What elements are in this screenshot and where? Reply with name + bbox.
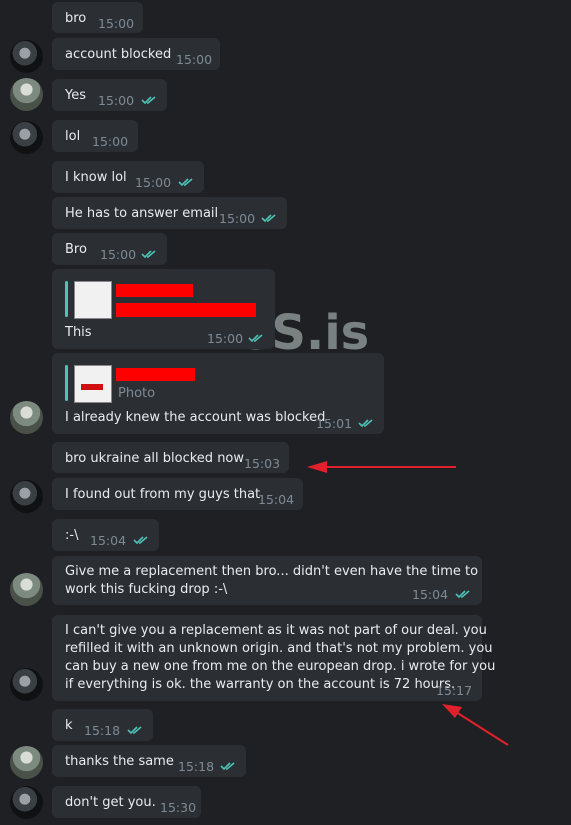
read-check-icon <box>261 214 276 223</box>
message-time: 15:18 <box>178 759 215 774</box>
reply-thumbnail[interactable] <box>74 281 112 319</box>
message-bubble[interactable]: bro ukraine all blocked now 15:03 <box>52 442 289 473</box>
read-check-icon <box>141 250 156 259</box>
avatar[interactable] <box>10 78 43 111</box>
message-text: don't get you. <box>65 795 156 810</box>
message-bubble[interactable]: I found out from my guys that 15:04 <box>52 478 303 510</box>
message-time: 15:00 <box>176 52 213 67</box>
message-text: Bro <box>65 242 87 257</box>
read-check-icon <box>220 762 235 771</box>
message-time: 15:18 <box>84 723 121 738</box>
message-bubble[interactable]: don't get you. 15:30 <box>52 786 201 818</box>
arrow-to-replacement-reply <box>442 704 509 746</box>
message-text-line: refilled it with an unknown origin. and … <box>65 641 493 656</box>
avatar[interactable] <box>10 668 43 701</box>
read-check-icon <box>141 96 156 105</box>
redaction-block <box>116 284 193 297</box>
message-text: :-\ <box>65 528 79 543</box>
message-time: 15:03 <box>244 456 281 471</box>
message-bubble[interactable]: Give me a replacement then bro... didn't… <box>52 556 482 605</box>
message-time: 15:00 <box>92 134 129 149</box>
message-bubble[interactable]: Yes 15:00 <box>52 79 167 111</box>
reply-photo-thumbnail[interactable] <box>74 365 112 403</box>
avatar[interactable] <box>10 480 43 513</box>
message-text: I already knew the account was blocked <box>65 410 326 425</box>
message-text: thanks the same <box>65 754 174 769</box>
message-text-line: I can't give you a replacement as it was… <box>65 623 487 638</box>
message-bubble[interactable]: I know lol 15:00 <box>52 161 204 193</box>
avatar[interactable] <box>10 40 43 73</box>
redaction-block <box>116 368 195 381</box>
message-time: 15:04 <box>258 492 295 507</box>
message-time: 15:01 <box>316 416 353 431</box>
avatar[interactable] <box>10 746 43 779</box>
message-text: I know lol <box>65 170 127 185</box>
message-time: 15:00 <box>98 16 135 31</box>
redaction-block <box>116 303 256 317</box>
message-text-line: can buy a new one from me on the europea… <box>65 659 496 674</box>
message-bubble[interactable]: I can't give you a replacement as it was… <box>52 615 495 701</box>
message-text: account blocked <box>65 47 172 62</box>
message-bubble[interactable]: :-\ 15:04 <box>52 519 159 551</box>
read-check-icon <box>248 334 263 343</box>
read-check-icon <box>133 536 148 545</box>
message-time: 15:04 <box>412 587 449 602</box>
message-time: 15:00 <box>135 175 172 190</box>
read-check-icon <box>127 726 142 735</box>
message-time: 15:04 <box>90 533 127 548</box>
avatar[interactable] <box>10 121 43 154</box>
message-text: k <box>65 718 73 733</box>
message-bubble[interactable]: thanks the same 15:18 <box>52 745 246 777</box>
message-time: 15:00 <box>219 211 256 226</box>
message-text-line: Give me a replacement then bro... didn't… <box>65 564 479 579</box>
message-text: bro <box>65 11 87 26</box>
message-text: He has to answer email <box>65 206 219 221</box>
read-check-icon <box>178 178 193 187</box>
read-check-icon <box>455 590 470 599</box>
message-time: 15:00 <box>207 331 244 346</box>
avatar[interactable] <box>10 573 43 606</box>
message-bubble[interactable]: Bro 15:00 <box>52 233 167 265</box>
message-text: Yes <box>65 88 86 103</box>
message-text-line: work this fucking drop :-\ <box>65 582 228 597</box>
message-text: bro ukraine all blocked now <box>65 451 245 466</box>
message-bubble[interactable]: lol 15:00 <box>52 120 138 152</box>
read-check-icon <box>358 419 373 428</box>
message-text: This <box>65 325 92 340</box>
message-bubble[interactable]: account blocked 15:00 <box>52 38 220 70</box>
avatar[interactable] <box>10 786 43 819</box>
message-bubble[interactable]: bro 15:00 <box>52 2 143 33</box>
message-text-line: if everything is ok. the warranty on the… <box>65 677 456 692</box>
message-bubble[interactable]: Photo I already knew the account was blo… <box>52 353 384 434</box>
reply-type-label: Photo <box>118 386 156 401</box>
message-time: 15:00 <box>98 93 135 108</box>
reply-quote-bar <box>65 365 68 401</box>
message-text: lol <box>65 129 81 144</box>
message-text: I found out from my guys that <box>65 487 261 502</box>
message-time: 15:17 <box>436 683 473 698</box>
arrow-to-ukraine-message <box>307 461 456 473</box>
message-bubble[interactable]: k 15:18 <box>52 709 153 741</box>
message-bubble[interactable]: He has to answer email 15:00 <box>52 197 287 229</box>
message-time: 15:30 <box>160 800 197 815</box>
message-bubble[interactable]: This 15:00 <box>52 269 275 349</box>
message-time: 15:00 <box>100 247 137 262</box>
reply-quote-bar <box>65 281 68 317</box>
avatar[interactable] <box>10 401 43 434</box>
